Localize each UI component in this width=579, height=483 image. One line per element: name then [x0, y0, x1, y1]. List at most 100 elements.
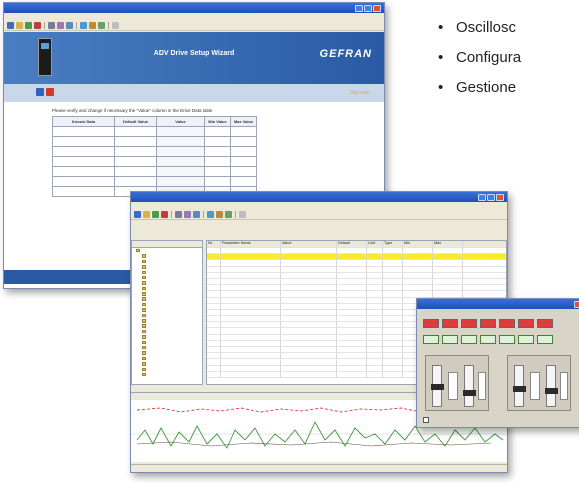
table-cell: [52, 176, 115, 187]
cancel-icon[interactable]: [46, 88, 54, 96]
channel-indicator[interactable]: [461, 319, 477, 328]
toolbar-folder-icon[interactable]: [143, 211, 150, 218]
toolbar-upload-icon[interactable]: [184, 211, 191, 218]
toolbar-help-icon[interactable]: [239, 211, 246, 218]
value-input-cell[interactable]: [156, 136, 205, 147]
table-cell: [281, 291, 337, 297]
folder-icon: [142, 292, 146, 296]
toolbar-stop-icon[interactable]: [34, 22, 41, 29]
toolbar-stop-icon[interactable]: [161, 211, 168, 218]
toolbar-monitor-icon[interactable]: [98, 22, 105, 29]
table-row[interactable]: [52, 136, 257, 147]
channel-indicator[interactable]: [518, 319, 534, 328]
table-cell: [52, 146, 115, 157]
table-cell: [221, 322, 281, 328]
slider-knob[interactable]: [513, 386, 526, 392]
table-row[interactable]: [52, 176, 257, 187]
enable-checkbox[interactable]: [423, 417, 429, 423]
toolbar-connect-icon[interactable]: [175, 211, 182, 218]
analog-slider[interactable]: [545, 365, 558, 407]
toolbar-save-icon[interactable]: [25, 22, 32, 29]
minimize-button[interactable]: [478, 193, 486, 201]
table-cell: [383, 285, 403, 291]
table-cell: [221, 260, 281, 266]
table-cell: [207, 359, 221, 365]
table-cell: [367, 291, 383, 297]
channel-indicator[interactable]: [442, 319, 458, 328]
toolbar-save-icon[interactable]: [152, 211, 159, 218]
channel-indicator[interactable]: [480, 335, 496, 344]
value-input-cell[interactable]: [156, 126, 205, 137]
channel-indicator[interactable]: [423, 319, 439, 328]
close-button[interactable]: [574, 300, 579, 308]
analog-slider[interactable]: [513, 365, 526, 407]
table-cell: [383, 322, 403, 328]
folder-icon: [142, 270, 146, 274]
value-input-cell[interactable]: [156, 156, 205, 167]
toolbar-connect-icon[interactable]: [48, 22, 55, 29]
toolbar-download-icon[interactable]: [193, 211, 200, 218]
channel-indicator[interactable]: [480, 319, 496, 328]
channel-indicator[interactable]: [518, 335, 534, 344]
title-bar[interactable]: [131, 192, 507, 202]
toolbar-upload-icon[interactable]: [57, 22, 64, 29]
toolbar-help-icon[interactable]: [112, 22, 119, 29]
channel-indicator[interactable]: [537, 319, 553, 328]
folder-icon: [142, 356, 146, 361]
table-cell: [337, 334, 367, 340]
table-cell: [383, 260, 403, 266]
toolbar-download-icon[interactable]: [66, 22, 73, 29]
title-bar[interactable]: [4, 3, 384, 13]
toolbar-scope-icon[interactable]: [216, 211, 223, 218]
table-cell: [281, 260, 337, 266]
table-cell: [221, 359, 281, 365]
column-header: Unit: [367, 241, 383, 247]
slider-knob[interactable]: [431, 384, 444, 390]
folder-icon: [142, 351, 146, 355]
channel-indicator[interactable]: [499, 335, 515, 344]
close-button[interactable]: [496, 193, 504, 201]
value-input-cell[interactable]: [156, 146, 205, 157]
toolbar-open-icon[interactable]: [7, 22, 14, 29]
analog-slider[interactable]: [463, 365, 476, 407]
maximize-button[interactable]: [364, 4, 372, 12]
wizard-nav-bar: Skip step: [4, 84, 384, 102]
close-button[interactable]: [373, 4, 381, 12]
table-cell: [337, 291, 367, 297]
table-row[interactable]: [52, 126, 257, 137]
channel-indicator[interactable]: [499, 319, 515, 328]
title-bar[interactable]: [417, 299, 579, 309]
channel-indicator[interactable]: [461, 335, 477, 344]
toolbar-wizard-icon[interactable]: [80, 22, 87, 29]
tree-item[interactable]: [132, 372, 202, 377]
toolbar-open-icon[interactable]: [134, 211, 141, 218]
back-arrow-icon[interactable]: [36, 88, 44, 96]
table-cell: [383, 347, 403, 353]
toolbar-wizard-icon[interactable]: [207, 211, 214, 218]
tree-header: [132, 241, 202, 248]
skip-step-link[interactable]: Skip step: [349, 90, 370, 96]
table-row[interactable]: [52, 166, 257, 177]
channel-indicator[interactable]: [442, 335, 458, 344]
toolbar-monitor-icon[interactable]: [225, 211, 232, 218]
channel-indicator[interactable]: [537, 335, 553, 344]
channel-indicator[interactable]: [423, 335, 439, 344]
value-input-cell[interactable]: [156, 176, 205, 187]
table-cell: [383, 334, 403, 340]
slider-knob[interactable]: [545, 388, 558, 394]
value-input-cell[interactable]: [156, 166, 205, 177]
column-header: Max Value: [230, 116, 257, 127]
table-cell: [221, 316, 281, 322]
slider-knob[interactable]: [463, 390, 476, 396]
table-cell: [403, 248, 433, 254]
minimize-button[interactable]: [355, 4, 363, 12]
table-row[interactable]: [52, 146, 257, 157]
toolbar-folder-icon[interactable]: [16, 22, 23, 29]
analog-slider[interactable]: [431, 365, 444, 407]
table-cell: [337, 365, 367, 371]
toolbar-scope-icon[interactable]: [89, 22, 96, 29]
table-cell: [433, 254, 463, 260]
table-row[interactable]: [52, 156, 257, 167]
parameter-tree[interactable]: [131, 240, 203, 385]
maximize-button[interactable]: [487, 193, 495, 201]
